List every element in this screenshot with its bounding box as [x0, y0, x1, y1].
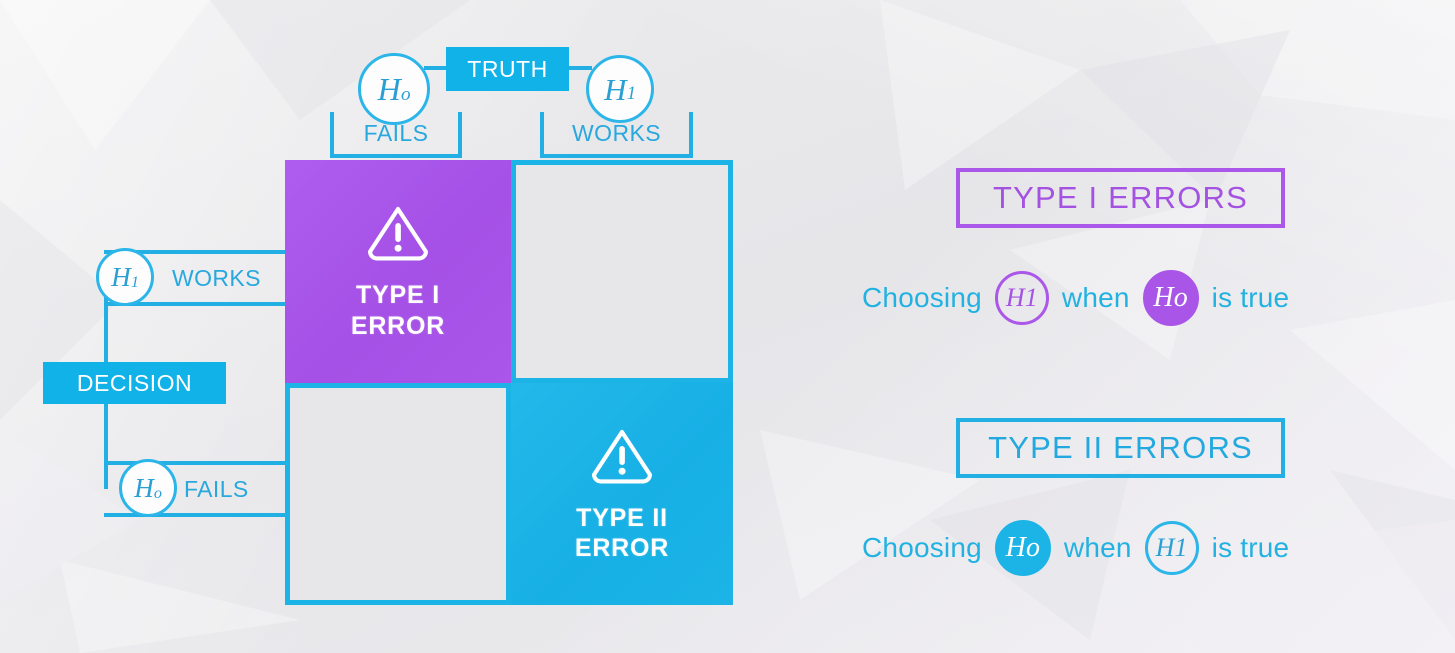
decision-token-h1-subscript: 1	[130, 272, 139, 291]
truth-token-h0-letter: H	[377, 71, 401, 107]
legend-type-ii-truth-letter: H	[1155, 533, 1175, 562]
legend-type-ii-tail: is true	[1211, 532, 1290, 563]
legend-type-i-truth-token: Ho	[1142, 270, 1199, 326]
matrix-cell-correct-reject[interactable]	[511, 160, 733, 383]
truth-token-h0: Ho	[358, 53, 430, 125]
legend-type-ii-chosen-letter: H	[1005, 532, 1027, 563]
matrix-cell-type-ii-line2: ERROR	[574, 534, 670, 562]
row-header-fails-label: FAILS	[184, 475, 249, 502]
truth-token-h0-subscript: o	[400, 84, 411, 106]
error-matrix: TYPE I ERROR TYPE II ERROR	[285, 160, 733, 605]
truth-label: TRUTH	[446, 47, 569, 91]
legend-type-i-lead: Choosing	[862, 282, 982, 313]
legend-type-ii-middle: when	[1063, 532, 1132, 563]
legend-type-i-title: TYPE I ERRORS	[992, 180, 1249, 215]
legend-type-i-title-box: TYPE I ERRORS	[956, 168, 1285, 228]
legend-type-ii-truth-token: H1	[1144, 521, 1199, 575]
legend-type-ii-lead: Choosing	[862, 532, 982, 563]
matrix-cell-type-i[interactable]: TYPE I ERROR	[285, 160, 511, 383]
legend-type-ii-chosen-subscript: o	[1026, 532, 1041, 563]
legend-type-ii-truth-subscript: 1	[1174, 533, 1188, 562]
legend-type-i-chosen-token: H1	[994, 271, 1049, 325]
truth-token-h1-subscript: 1	[626, 83, 637, 105]
row-header-works-label: WORKS	[172, 264, 261, 291]
matrix-cell-type-i-label: TYPE I ERROR	[351, 280, 445, 341]
legend-type-i-middle: when	[1061, 282, 1130, 313]
decision-token-h0-letter: H	[134, 472, 154, 503]
legend-type-ii-chosen-token: Ho	[994, 520, 1051, 576]
matrix-cell-type-i-line1: TYPE I	[355, 281, 440, 309]
matrix-cell-correct-accept[interactable]	[285, 383, 511, 605]
decision-token-h1-letter: H	[111, 261, 131, 292]
column-header-works-label: WORKS	[572, 119, 661, 146]
legend-type-i-sentence: Choosing H1 when Ho is true	[862, 270, 1289, 326]
legend-type-ii-sentence: Choosing Ho when H1 is true	[862, 520, 1289, 576]
legend-type-i-chosen-subscript: 1	[1024, 283, 1038, 312]
matrix-cell-type-ii-line1: TYPE II	[576, 503, 668, 532]
matrix-cell-type-i-line2: ERROR	[350, 311, 446, 340]
truth-token-h1: H1	[586, 55, 654, 123]
legend-type-ii-title: TYPE II ERRORS	[988, 430, 1253, 465]
diagram-canvas: TRUTH FAILS WORKS Ho H1 DECISION WORKS F…	[0, 0, 1455, 653]
legend-type-i-chosen-letter: H	[1005, 283, 1025, 312]
decision-token-h1: H1	[96, 248, 154, 306]
legend-type-ii-title-box: TYPE II ERRORS	[956, 418, 1285, 478]
legend-type-i-truth-subscript: o	[1173, 282, 1188, 313]
legend-type-i-tail: is true	[1211, 282, 1290, 313]
matrix-cell-type-ii[interactable]: TYPE II ERROR	[511, 383, 733, 605]
legend-type-i-truth-letter: H	[1153, 282, 1174, 313]
decision-token-h0: Ho	[119, 459, 177, 517]
warning-triangle-icon	[591, 429, 652, 484]
matrix-cell-type-ii-label: TYPE II ERROR	[575, 503, 669, 564]
decision-token-h0-subscript: o	[153, 483, 162, 502]
decision-label: DECISION	[43, 362, 226, 404]
warning-triangle-icon	[367, 206, 428, 261]
truth-token-h1-letter: H	[604, 71, 627, 107]
